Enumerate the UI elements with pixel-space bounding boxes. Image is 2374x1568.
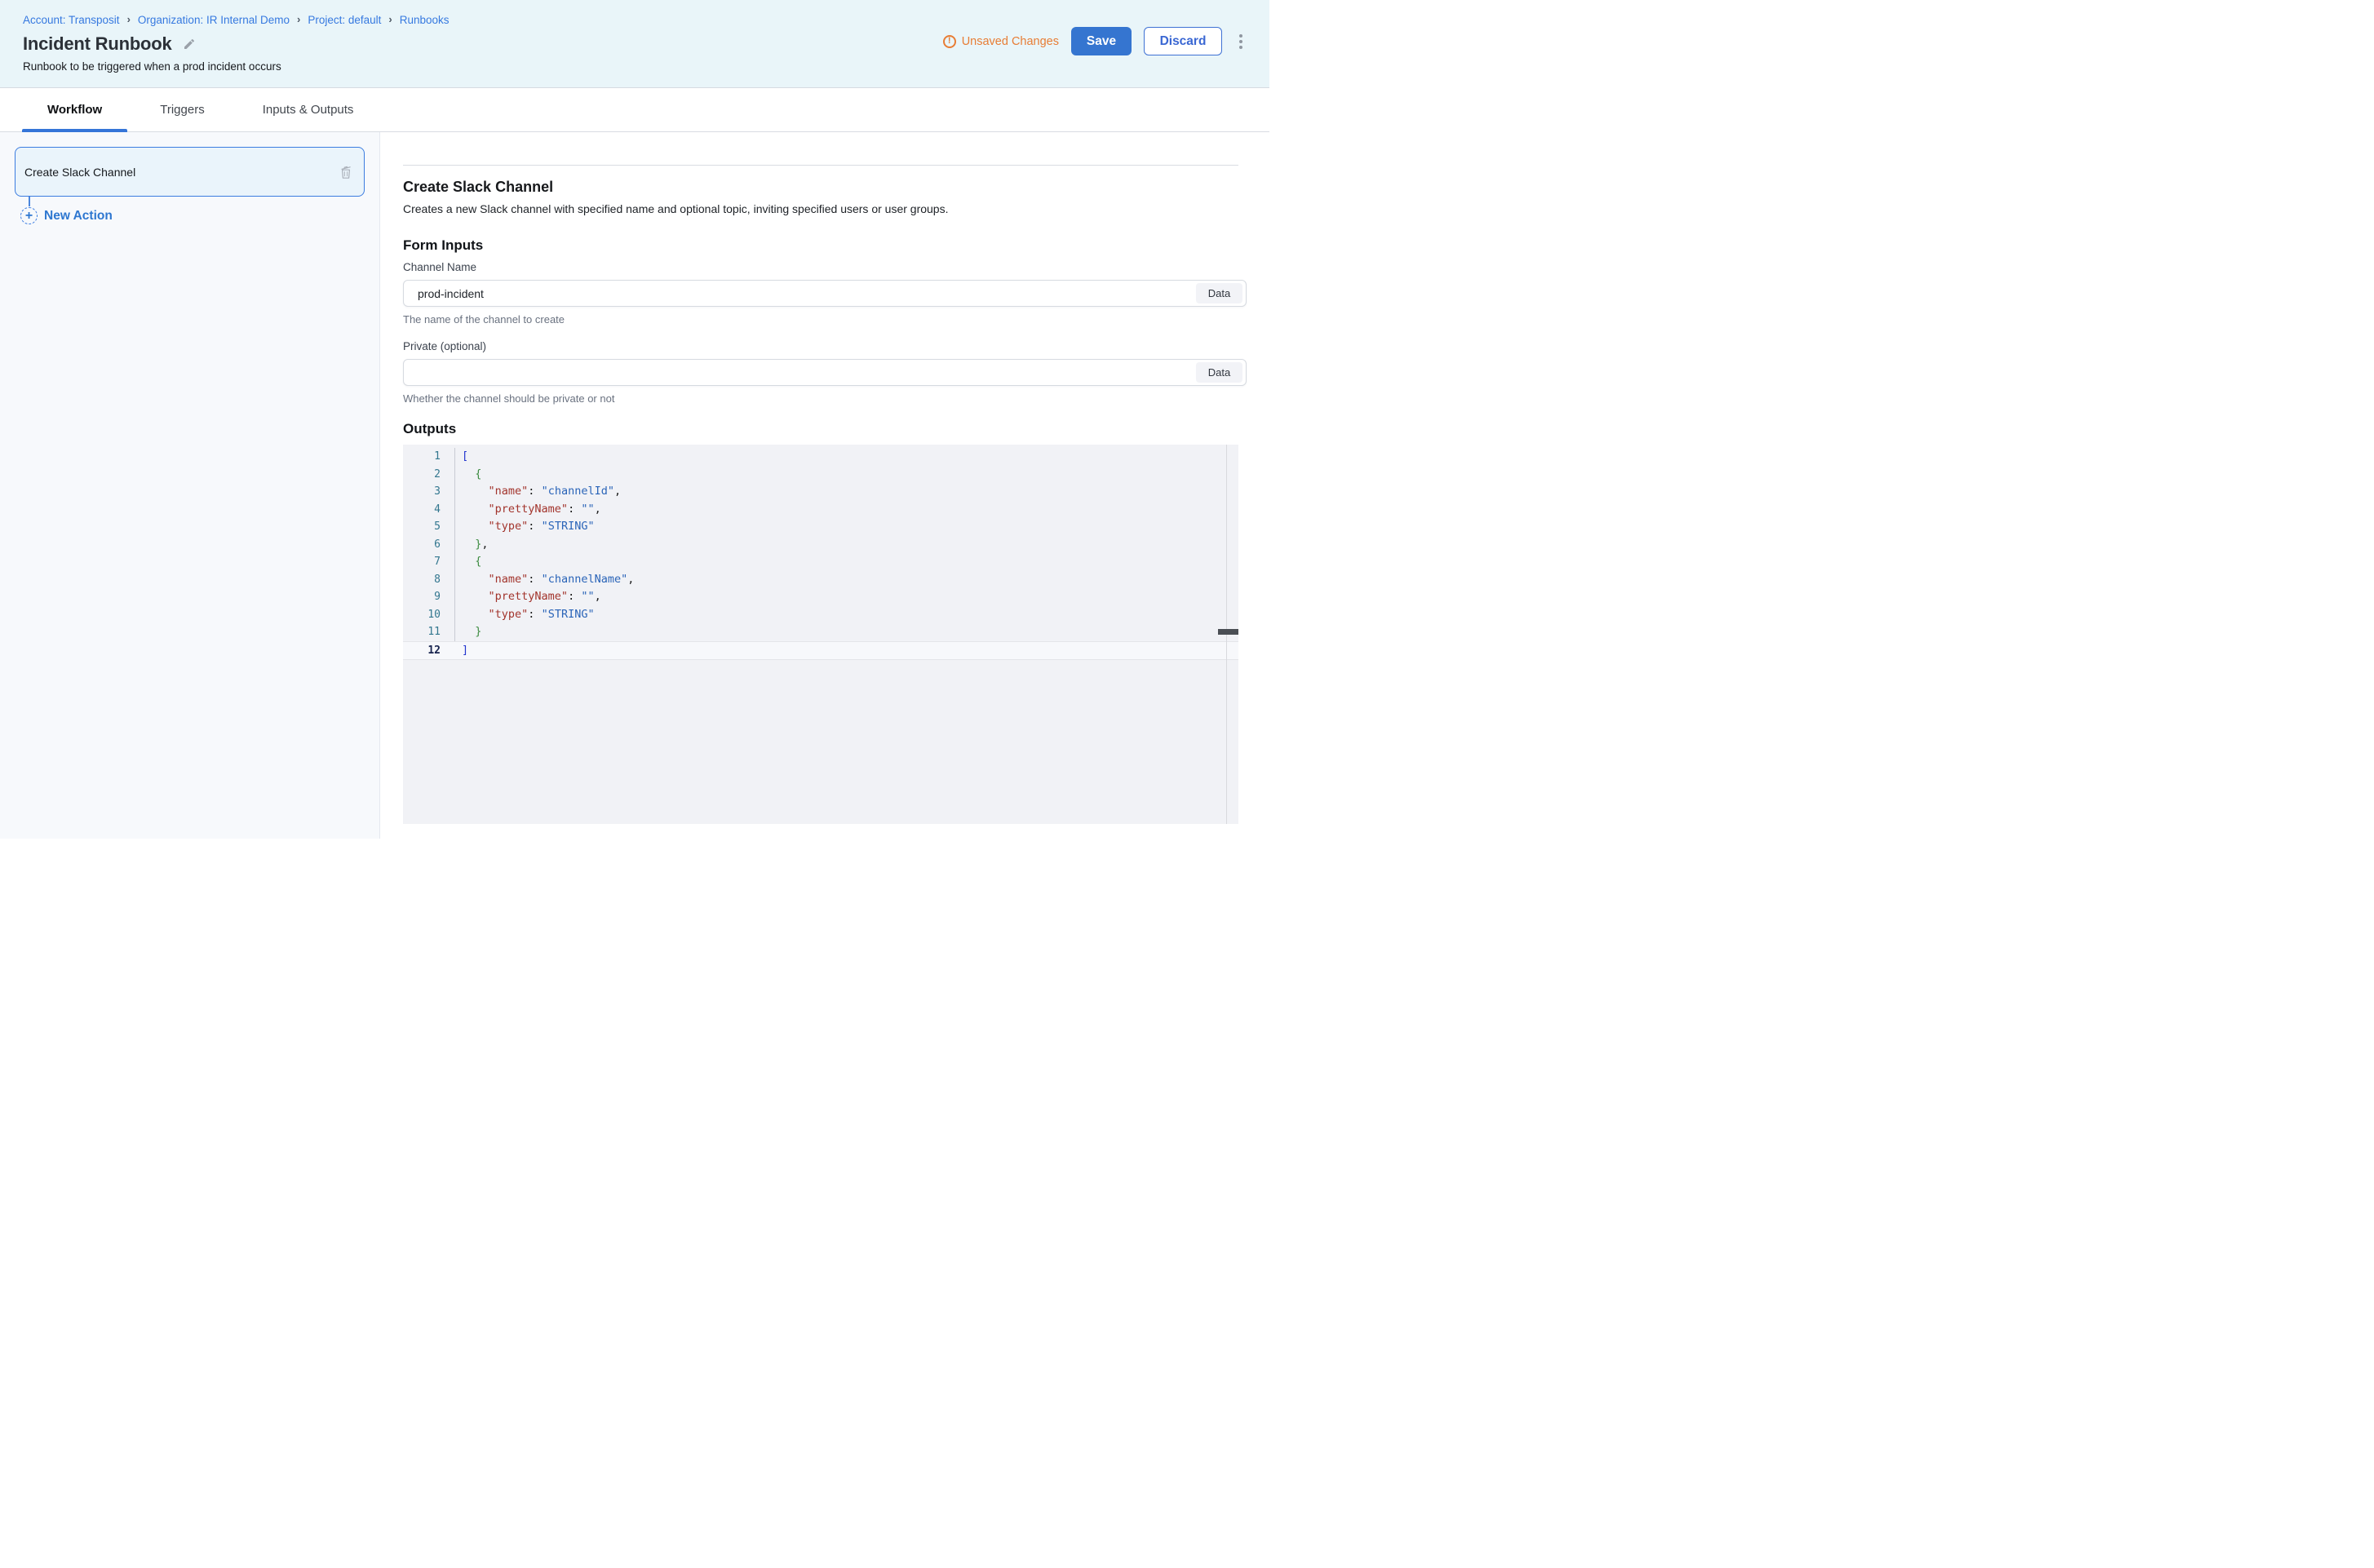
- line-number: 2: [403, 466, 455, 484]
- code-line[interactable]: 11 }: [403, 623, 1238, 641]
- line-number: 9: [403, 588, 455, 606]
- code-line-text: },: [455, 536, 489, 554]
- step-connector-line: [29, 197, 30, 206]
- code-line-text: ]: [455, 642, 468, 660]
- breadcrumb-runbooks[interactable]: Runbooks: [400, 14, 450, 26]
- code-line-text: }: [455, 623, 481, 641]
- warning-icon: !: [943, 35, 956, 48]
- channel-name-field-wrap: Data: [403, 280, 1247, 307]
- page-header: Account: Transposit › Organization: IR I…: [0, 0, 1269, 88]
- chevron-right-icon: ›: [388, 13, 392, 25]
- code-line-text: {: [455, 466, 481, 484]
- code-line-text: "name": "channelId",: [455, 483, 621, 501]
- chevron-right-icon: ›: [127, 13, 131, 25]
- code-line[interactable]: 6 },: [403, 536, 1238, 554]
- tab-workflow[interactable]: Workflow: [22, 88, 127, 131]
- content: Create Slack Channel + New Action: [0, 132, 1269, 839]
- code-editor[interactable]: 1[2 {3 "name": "channelId",4 "prettyName…: [403, 445, 1238, 824]
- action-description: Creates a new Slack channel with specifi…: [403, 202, 1247, 216]
- code-line-text: [: [455, 448, 468, 466]
- code-line-text: "prettyName": "",: [455, 501, 601, 519]
- editor-scrollbar-thumb[interactable]: [1218, 629, 1238, 635]
- private-data-button[interactable]: Data: [1196, 362, 1242, 383]
- breadcrumb-organization[interactable]: Organization: IR Internal Demo: [138, 14, 290, 26]
- line-number: 7: [403, 553, 455, 571]
- line-number: 12: [403, 642, 455, 660]
- code-editor-rows: 1[2 {3 "name": "channelId",4 "prettyName…: [403, 448, 1238, 660]
- code-line[interactable]: 8 "name": "channelName",: [403, 571, 1238, 589]
- outputs-heading: Outputs: [403, 420, 1247, 437]
- action-title: Create Slack Channel: [403, 178, 1247, 197]
- code-line[interactable]: 5 "type": "STRING": [403, 518, 1238, 536]
- discard-button[interactable]: Discard: [1144, 27, 1222, 55]
- channel-name-label: Channel Name: [403, 261, 1247, 274]
- edit-pencil-icon[interactable]: [183, 38, 196, 51]
- top-divider: [403, 165, 1238, 166]
- unsaved-changes-label: Unsaved Changes: [962, 35, 1059, 48]
- plus-icon: +: [20, 207, 38, 224]
- code-line-text: "type": "STRING": [455, 606, 595, 624]
- code-line[interactable]: 4 "prettyName": "",: [403, 501, 1238, 519]
- form-inputs-heading: Form Inputs: [403, 237, 1247, 254]
- line-number: 10: [403, 606, 455, 624]
- private-input[interactable]: [403, 359, 1247, 386]
- page-title: Incident Runbook: [23, 33, 172, 55]
- code-line-text: "prettyName": "",: [455, 588, 601, 606]
- code-line[interactable]: 7 {: [403, 553, 1238, 571]
- page: Account: Transposit › Organization: IR I…: [0, 0, 1269, 839]
- new-action-label: New Action: [44, 209, 113, 224]
- page-subtitle: Runbook to be triggered when a prod inci…: [23, 60, 1247, 73]
- save-button[interactable]: Save: [1071, 27, 1132, 55]
- tab-bar: Workflow Triggers Inputs & Outputs: [0, 88, 1269, 132]
- code-line[interactable]: 2 {: [403, 466, 1238, 484]
- workflow-steps-panel: Create Slack Channel + New Action: [0, 132, 380, 839]
- line-number: 4: [403, 501, 455, 519]
- channel-name-input[interactable]: [403, 280, 1247, 307]
- private-field-wrap: Data: [403, 359, 1247, 386]
- channel-name-data-button[interactable]: Data: [1196, 283, 1242, 303]
- header-actions: ! Unsaved Changes Save Discard: [943, 27, 1247, 55]
- code-line-text: {: [455, 553, 481, 571]
- code-line[interactable]: 1[: [403, 448, 1238, 466]
- breadcrumb-project[interactable]: Project: default: [308, 14, 381, 26]
- line-number: 3: [403, 483, 455, 501]
- action-card-create-slack-channel[interactable]: Create Slack Channel: [15, 147, 365, 197]
- action-detail-panel: Create Slack Channel Creates a new Slack…: [380, 132, 1269, 839]
- breadcrumb-account[interactable]: Account: Transposit: [23, 14, 120, 26]
- line-number: 5: [403, 518, 455, 536]
- new-action-button[interactable]: + New Action: [20, 207, 379, 224]
- tab-triggers[interactable]: Triggers: [135, 88, 229, 131]
- tab-inputs-outputs[interactable]: Inputs & Outputs: [237, 88, 379, 131]
- chevron-right-icon: ›: [297, 13, 300, 25]
- code-line[interactable]: 12]: [403, 641, 1238, 661]
- line-number: 6: [403, 536, 455, 554]
- line-number: 8: [403, 571, 455, 589]
- trash-icon[interactable]: [339, 165, 352, 179]
- private-helper: Whether the channel should be private or…: [403, 392, 1247, 405]
- channel-name-helper: The name of the channel to create: [403, 313, 1247, 326]
- code-line[interactable]: 10 "type": "STRING": [403, 606, 1238, 624]
- unsaved-changes-badge: ! Unsaved Changes: [943, 35, 1059, 48]
- code-line[interactable]: 3 "name": "channelId",: [403, 483, 1238, 501]
- code-line[interactable]: 9 "prettyName": "",: [403, 588, 1238, 606]
- kebab-menu-icon[interactable]: [1234, 31, 1247, 52]
- line-number: 1: [403, 448, 455, 466]
- breadcrumb: Account: Transposit › Organization: IR I…: [23, 14, 1247, 26]
- code-line-text: "type": "STRING": [455, 518, 595, 536]
- private-label: Private (optional): [403, 340, 1247, 353]
- code-line-text: "name": "channelName",: [455, 571, 634, 589]
- line-number: 11: [403, 623, 455, 641]
- action-card-label: Create Slack Channel: [24, 166, 339, 179]
